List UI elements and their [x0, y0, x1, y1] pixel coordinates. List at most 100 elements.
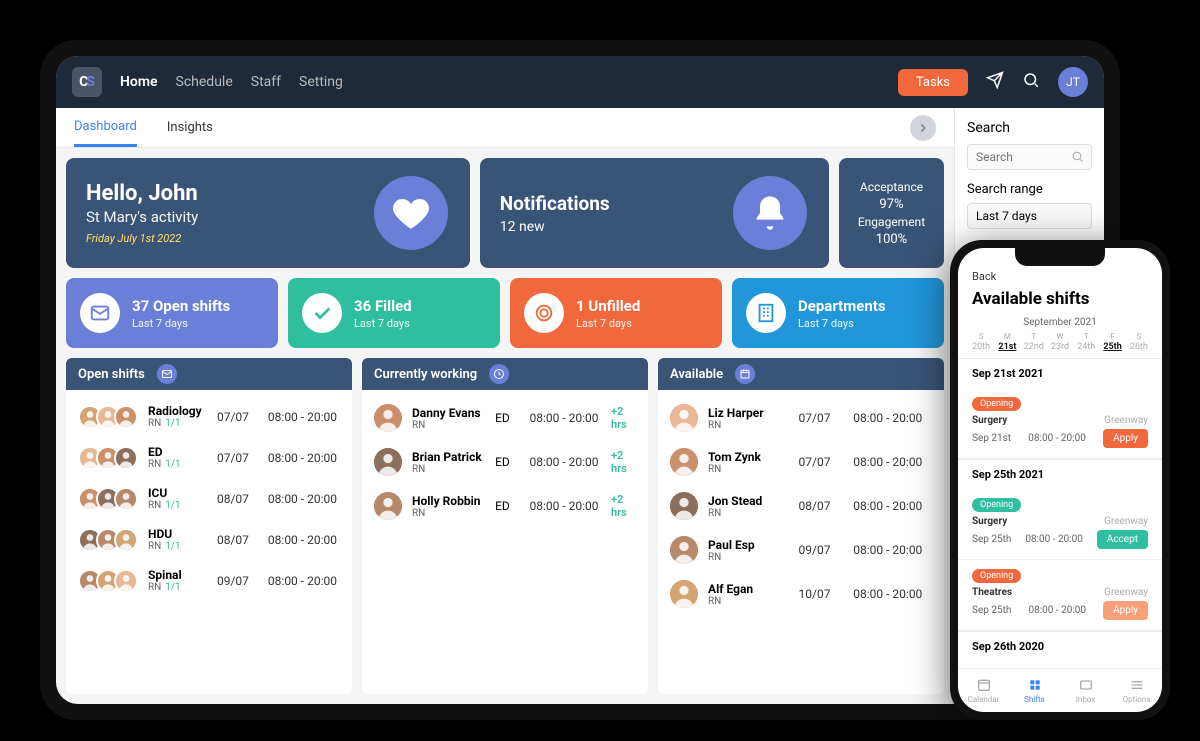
main-nav: Home Schedule Staff Setting: [120, 74, 343, 90]
main-column: Dashboard Insights Hello, John St Mary's…: [56, 108, 954, 704]
phone-day[interactable]: F25th: [1100, 332, 1126, 352]
phone-tab-inbox[interactable]: Inbox: [1060, 669, 1111, 712]
available-row[interactable]: Alf EganRN 10/0708:00 - 20:00: [658, 572, 944, 616]
nav-home[interactable]: Home: [120, 74, 158, 90]
phone-day[interactable]: T24th: [1073, 332, 1099, 352]
currently-working-list: Danny EvansRN ED08:00 - 20:00+2 hrs Bria…: [362, 390, 648, 694]
phone-shift-action-button[interactable]: Accept: [1097, 530, 1148, 549]
engagement-label: Engagement: [858, 215, 925, 229]
avatar-icon: [114, 446, 138, 470]
topbar: Home Schedule Staff Setting Tasks JT: [56, 56, 1104, 108]
send-icon[interactable]: [986, 71, 1004, 93]
avatar-icon: [114, 487, 138, 511]
phone-month-label: September 2021: [958, 317, 1162, 332]
topbar-right: Tasks JT: [898, 67, 1088, 97]
working-row[interactable]: Brian PatrickRN ED08:00 - 20:00+2 hrs: [362, 440, 648, 484]
phone-tab-calendar[interactable]: Calendar: [958, 669, 1009, 712]
open-shift-row[interactable]: RadiologyRN1/1 07/0708:00 - 20:00: [66, 396, 352, 437]
mail-small-icon: [157, 364, 177, 384]
phone-shift-card[interactable]: Opening SurgeryGreenway Sep 21st08:00 - …: [958, 388, 1162, 459]
phone-notch: [1015, 248, 1105, 266]
phone-day[interactable]: W23rd: [1047, 332, 1073, 352]
avatar-icon: [670, 536, 698, 564]
available-row[interactable]: Liz HarperRN 07/0708:00 - 20:00: [658, 396, 944, 440]
working-row[interactable]: Holly RobbinRN ED08:00 - 20:00+2 hrs: [362, 484, 648, 528]
stat-filled[interactable]: 36 FilledLast 7 days: [288, 278, 500, 348]
mail-icon: [80, 293, 120, 333]
panels-row: Open shifts RadiologyRN1/1 07/0708:00 - …: [66, 358, 944, 694]
phone-shift-group: Sep 25th 2021 Opening SurgeryGreenway Se…: [958, 459, 1162, 631]
phone-day-picker: S20th M21st T22nd W23rd T24th F25th S26t…: [958, 332, 1162, 358]
phone-page-title: Available shifts: [958, 285, 1162, 317]
open-shifts-header: Open shifts: [66, 358, 352, 390]
avatar-icon: [670, 404, 698, 432]
search-icon[interactable]: [1022, 71, 1040, 93]
phone-tab-options[interactable]: Options: [1111, 669, 1162, 712]
available-row[interactable]: Jon SteadRN 08/0708:00 - 20:00: [658, 484, 944, 528]
notif-subtitle: 12 new: [500, 219, 610, 235]
available-row[interactable]: Paul EspRN 09/0708:00 - 20:00: [658, 528, 944, 572]
phone-tab-shifts[interactable]: Shifts: [1009, 669, 1060, 712]
phone-shift-tag: Opening: [972, 397, 1021, 411]
chevron-right-icon[interactable]: [910, 115, 936, 141]
phone-screen: Back Available shifts September 2021 S20…: [958, 248, 1162, 712]
open-shifts-list: RadiologyRN1/1 07/0708:00 - 20:00 EDRN1/…: [66, 390, 352, 694]
phone-day[interactable]: S20th: [968, 332, 994, 352]
search-range-label: Search range: [967, 182, 1092, 197]
phone-tabbar: Calendar Shifts Inbox Options: [958, 668, 1162, 712]
phone-day[interactable]: T22nd: [1021, 332, 1047, 352]
available-list: Liz HarperRN 07/0708:00 - 20:00 Tom Zynk…: [658, 390, 944, 694]
avatar-icon: [374, 404, 402, 432]
phone-shift-card[interactable]: Opening TheatresGreenway Sep 25th08:00 -…: [958, 560, 1162, 631]
tab-insights[interactable]: Insights: [167, 110, 213, 145]
hello-card[interactable]: Hello, John St Mary's activity Friday Ju…: [66, 158, 470, 268]
building-icon: [746, 293, 786, 333]
heart-icon: [374, 176, 448, 250]
avatar-icon: [670, 448, 698, 476]
search-range-input[interactable]: [967, 203, 1092, 229]
phone-shift-list[interactable]: Sep 21st 2021 Opening SurgeryGreenway Se…: [958, 358, 1162, 668]
currently-working-panel: Currently working Danny EvansRN ED08:00 …: [362, 358, 648, 694]
engagement-value: 100%: [876, 232, 907, 247]
open-shift-row[interactable]: HDURN1/1 08/0708:00 - 20:00: [66, 519, 352, 560]
nav-setting[interactable]: Setting: [299, 74, 343, 90]
phone-shift-group: Sep 26th 2020: [958, 631, 1162, 661]
hello-title: Hello, John: [86, 181, 198, 206]
stat-open-title: 37 Open shifts: [132, 297, 230, 315]
stat-open-shifts[interactable]: 37 Open shiftsLast 7 days: [66, 278, 278, 348]
stats-row: 37 Open shiftsLast 7 days 36 FilledLast …: [66, 278, 944, 348]
avatar-icon: [374, 448, 402, 476]
tablet-screen: Home Schedule Staff Setting Tasks JT Das…: [56, 56, 1104, 704]
open-shift-row[interactable]: ICURN1/1 08/0708:00 - 20:00: [66, 478, 352, 519]
avatar-icon: [670, 492, 698, 520]
tab-dashboard[interactable]: Dashboard: [74, 109, 137, 147]
search-heading: Search: [967, 120, 1092, 136]
phone-day[interactable]: M21st: [994, 332, 1020, 352]
stat-unfilled[interactable]: 1 UnfilledLast 7 days: [510, 278, 722, 348]
phone-shift-action-button[interactable]: Apply: [1103, 601, 1148, 620]
open-shift-row[interactable]: SpinalRN1/1 09/0708:00 - 20:00: [66, 560, 352, 601]
phone-shift-action-button[interactable]: Apply: [1103, 429, 1148, 448]
nav-schedule[interactable]: Schedule: [176, 74, 233, 90]
bell-icon: [733, 176, 807, 250]
subnav: Dashboard Insights: [56, 108, 954, 148]
app-logo[interactable]: [72, 67, 102, 97]
working-row[interactable]: Danny EvansRN ED08:00 - 20:00+2 hrs: [362, 396, 648, 440]
tasks-button[interactable]: Tasks: [898, 69, 968, 96]
nav-staff[interactable]: Staff: [251, 74, 281, 90]
search-input-icon: [1071, 150, 1084, 167]
stat-departments[interactable]: DepartmentsLast 7 days: [732, 278, 944, 348]
stat-unfilled-sub: Last 7 days: [576, 317, 640, 330]
available-row[interactable]: Tom ZynkRN 07/0708:00 - 20:00: [658, 440, 944, 484]
user-avatar[interactable]: JT: [1058, 67, 1088, 97]
phone-shift-card[interactable]: Opening SurgeryGreenway Sep 25th08:00 - …: [958, 489, 1162, 560]
clock-icon: [489, 364, 509, 384]
notifications-card[interactable]: Notifications 12 new: [480, 158, 829, 268]
phone-day[interactable]: S26th: [1126, 332, 1152, 352]
hello-subtitle: St Mary's activity: [86, 208, 198, 226]
avatar-icon: [374, 492, 402, 520]
open-shift-row[interactable]: EDRN1/1 07/0708:00 - 20:00: [66, 437, 352, 478]
metrics-card[interactable]: Acceptance 97% Engagement 100%: [839, 158, 944, 268]
app-body: Dashboard Insights Hello, John St Mary's…: [56, 108, 1104, 704]
phone-group-heading: Sep 26th 2020: [958, 632, 1162, 661]
